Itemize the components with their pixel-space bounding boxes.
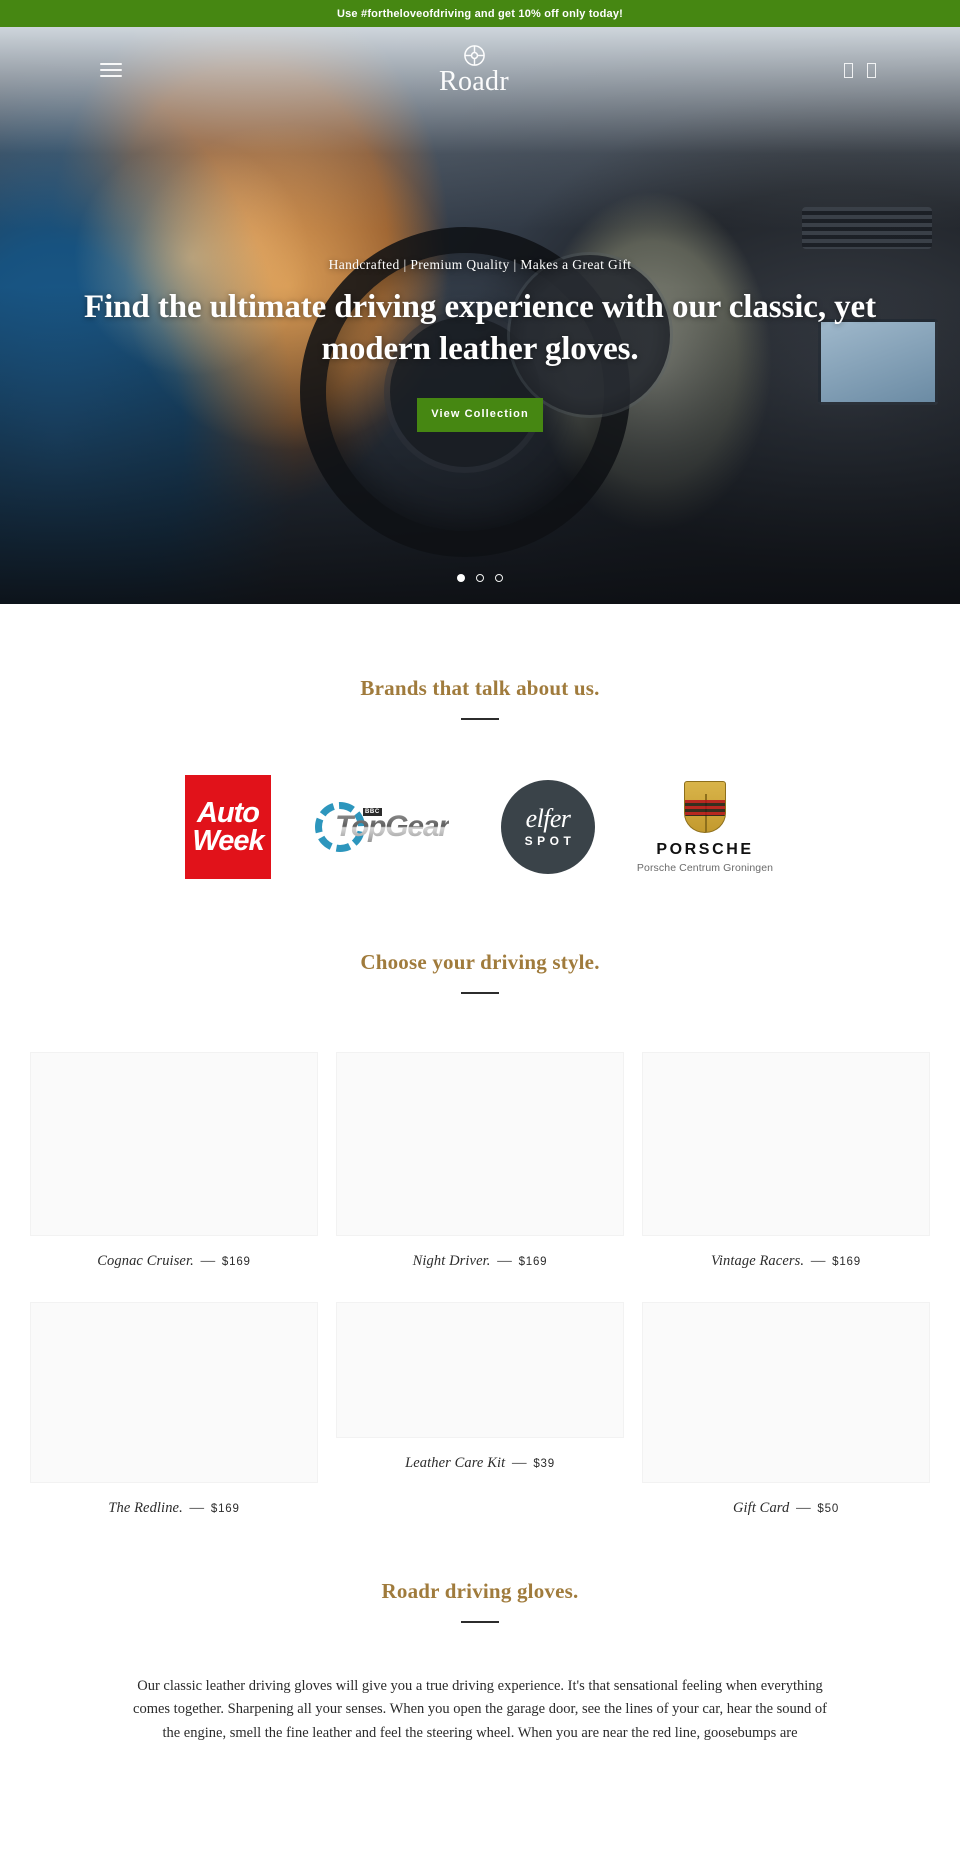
product-name: Vintage Racers. [711, 1253, 805, 1269]
slider-dot-1[interactable] [457, 574, 465, 582]
autoweek-line-2: Week [192, 824, 264, 857]
porsche-crest-icon [684, 780, 726, 833]
announcement-text: Use #fortheloveofdriving and get 10% off… [336, 7, 624, 20]
view-collection-button[interactable]: View Collection [417, 398, 543, 433]
hero-content: Handcrafted | Premium Quality | Makes a … [0, 257, 960, 433]
caption-dash: — [497, 1253, 512, 1269]
product-card[interactable]: Leather Care Kit — $39 [336, 1270, 624, 1517]
product-image[interactable] [30, 1302, 318, 1483]
elferspot-logo[interactable]: elfer SPOT [501, 780, 595, 874]
site-logo[interactable]: Roadr [104, 44, 844, 96]
about-section: Roadr driving gloves. Our classic leathe… [0, 1517, 960, 1745]
caption-dash: — [189, 1500, 205, 1516]
brands-title: Brands that talk about us. [360, 676, 600, 700]
product-caption: The Redline. — $169 [30, 1483, 318, 1517]
hero-eyebrow: Handcrafted | Premium Quality | Makes a … [328, 257, 632, 272]
dashboard-vent-photo-element [802, 207, 932, 249]
product-card[interactable]: Cognac Cruiser. — $169 [30, 1052, 318, 1270]
product-card[interactable]: Gift Card — $50 [642, 1270, 930, 1517]
styles-title: Choose your driving style. [360, 950, 600, 974]
product-image[interactable] [336, 1302, 624, 1438]
porsche-wordmark: PORSCHE [656, 840, 754, 858]
brands-section: Brands that talk about us. Auto Week BBC… [0, 604, 960, 882]
porsche-logo[interactable]: PORSCHE Porsche Centrum Groningen [635, 780, 775, 874]
caption-dash: — [511, 1455, 527, 1471]
section-divider [461, 1621, 499, 1623]
slider-dots [0, 574, 960, 582]
product-caption: Vintage Racers. — $169 [642, 1236, 930, 1270]
product-name: Night Driver. [412, 1253, 491, 1269]
product-image[interactable] [30, 1052, 318, 1236]
product-image[interactable] [642, 1302, 930, 1483]
caption-dash: — [200, 1253, 216, 1269]
autoweek-line-1: Auto [196, 796, 260, 829]
product-card[interactable]: Vintage Racers. — $169 [642, 1052, 930, 1270]
product-caption: Leather Care Kit — $39 [336, 1438, 624, 1472]
product-caption: Night Driver. — $169 [336, 1236, 624, 1270]
topgear-logo[interactable]: BBC TopGear [311, 796, 461, 858]
product-name: The Redline. [108, 1500, 183, 1516]
slider-dot-2[interactable] [476, 574, 484, 582]
product-name: Cognac Cruiser. [97, 1253, 194, 1269]
product-price: $169 [518, 1256, 548, 1268]
product-price: $50 [817, 1503, 840, 1515]
slider-dot-3[interactable] [495, 574, 503, 582]
product-price: $169 [221, 1256, 251, 1268]
elferspot-script: elfer [525, 804, 571, 833]
driving-styles-section: Choose your driving style. Cognac Cruise… [0, 882, 960, 1517]
product-caption: Cognac Cruiser. — $169 [30, 1236, 318, 1270]
caption-dash: — [810, 1253, 826, 1269]
section-divider [461, 718, 499, 720]
product-card[interactable]: The Redline. — $169 [30, 1270, 318, 1517]
product-name: Leather Care Kit [405, 1455, 506, 1471]
announcement-bar[interactable]: Use #fortheloveofdriving and get 10% off… [0, 0, 960, 27]
cart-icon[interactable] [867, 62, 876, 78]
elferspot-word: SPOT [524, 834, 576, 848]
about-title: Roadr driving gloves. [381, 1579, 579, 1603]
product-caption: Gift Card — $50 [642, 1483, 930, 1517]
product-name: Gift Card [732, 1500, 790, 1516]
product-card[interactable]: Night Driver. — $169 [336, 1052, 624, 1270]
page-root: Use #fortheloveofdriving and get 10% off… [0, 0, 960, 1745]
site-header: Roadr [0, 27, 960, 113]
product-price: $169 [832, 1256, 861, 1268]
steering-wheel-icon [463, 45, 485, 66]
header-actions [844, 62, 876, 78]
product-price: $169 [210, 1503, 240, 1515]
hero-slider: Roadr Handcrafted | Premium Quality | Ma… [0, 27, 960, 604]
section-divider [461, 992, 499, 994]
autoweek-logo[interactable]: Auto Week [185, 775, 271, 879]
product-image[interactable] [642, 1052, 930, 1236]
caption-dash: — [796, 1500, 811, 1516]
search-icon[interactable] [844, 62, 853, 78]
product-image[interactable] [336, 1052, 624, 1236]
product-grid: Cognac Cruiser. — $169 Night Driver. — $… [30, 1052, 930, 1517]
hero-title: Find the ultimate driving experience wit… [84, 289, 876, 367]
product-price: $39 [533, 1458, 555, 1470]
porsche-dealer-name: Porsche Centrum Groningen [636, 861, 774, 874]
topgear-wordmark: TopGear [335, 810, 450, 843]
brand-logo-row: Auto Week BBC TopGear elfer SPOT PORSCHE… [30, 772, 930, 882]
logo-text: Roadr [439, 66, 509, 97]
about-body: Our classic leather driving gloves will … [133, 1678, 827, 1741]
